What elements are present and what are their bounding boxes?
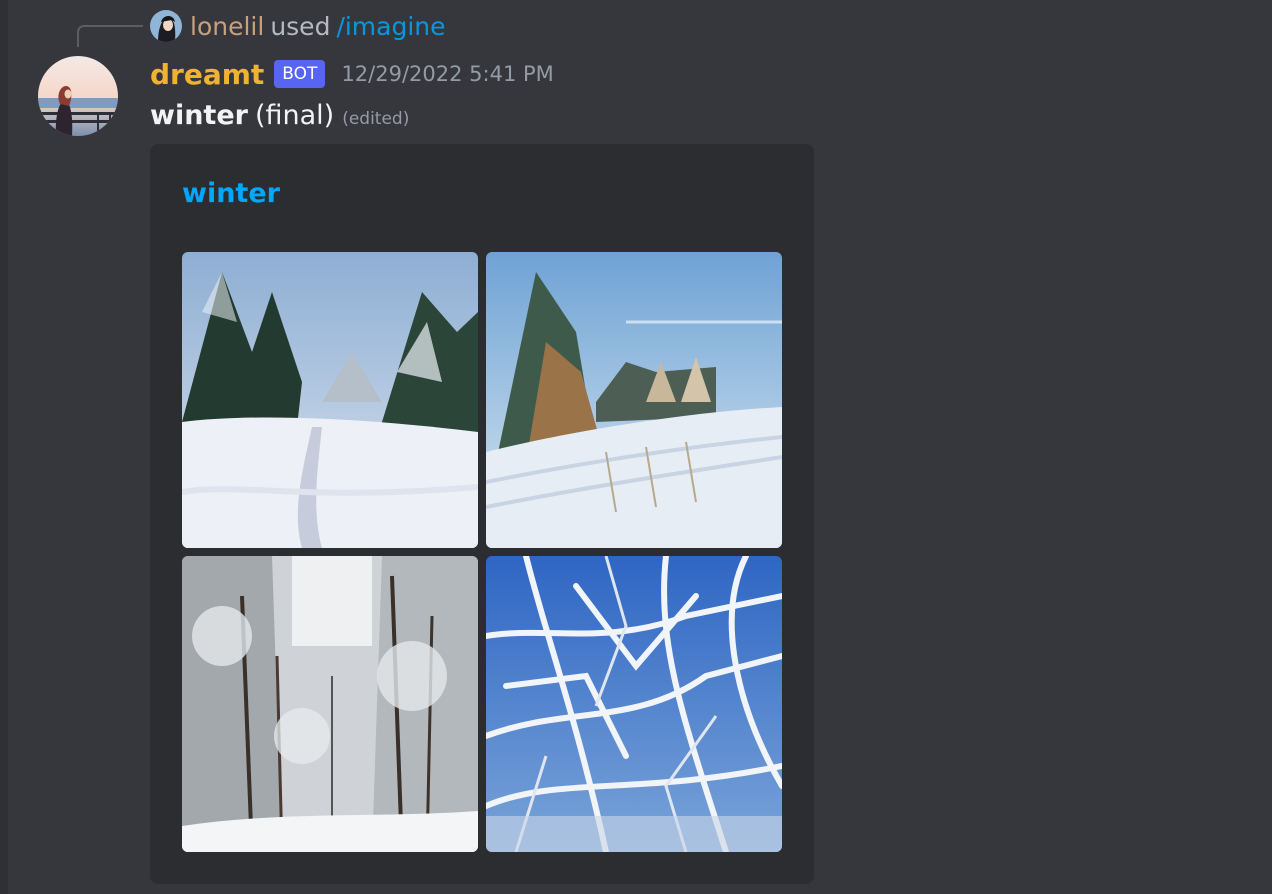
message-content-rest: (final) (254, 100, 335, 131)
reply-command[interactable]: /imagine (336, 12, 445, 41)
snowy-pine-path-image[interactable] (182, 252, 478, 548)
reply-username[interactable]: lonelil (190, 12, 264, 41)
embed-title[interactable]: winter (182, 178, 280, 209)
image-grid (182, 252, 782, 852)
embed-card: winter (150, 144, 814, 884)
reply-used-label: used (270, 11, 331, 41)
message-content-bold: winter (150, 100, 248, 131)
reply-connector-line (77, 25, 143, 47)
reply-avatar[interactable] (150, 10, 182, 42)
edited-label: (edited) (342, 109, 410, 129)
frosty-field-image[interactable] (486, 252, 782, 548)
snow-forest-image[interactable] (182, 556, 478, 852)
message-content: winter (final) (edited) (150, 100, 409, 136)
bot-avatar[interactable] (38, 56, 118, 136)
bot-username[interactable]: dreamt (150, 58, 264, 91)
message-header: dreamt BOT 12/29/2022 5:41 PM (150, 56, 554, 92)
reply-reference[interactable]: lonelil used/imagine (150, 10, 446, 42)
bot-badge: BOT (274, 60, 326, 88)
left-gutter (0, 0, 8, 894)
message-timestamp[interactable]: 12/29/2022 5:41 PM (341, 62, 553, 86)
frosted-branches-image[interactable] (486, 556, 782, 852)
